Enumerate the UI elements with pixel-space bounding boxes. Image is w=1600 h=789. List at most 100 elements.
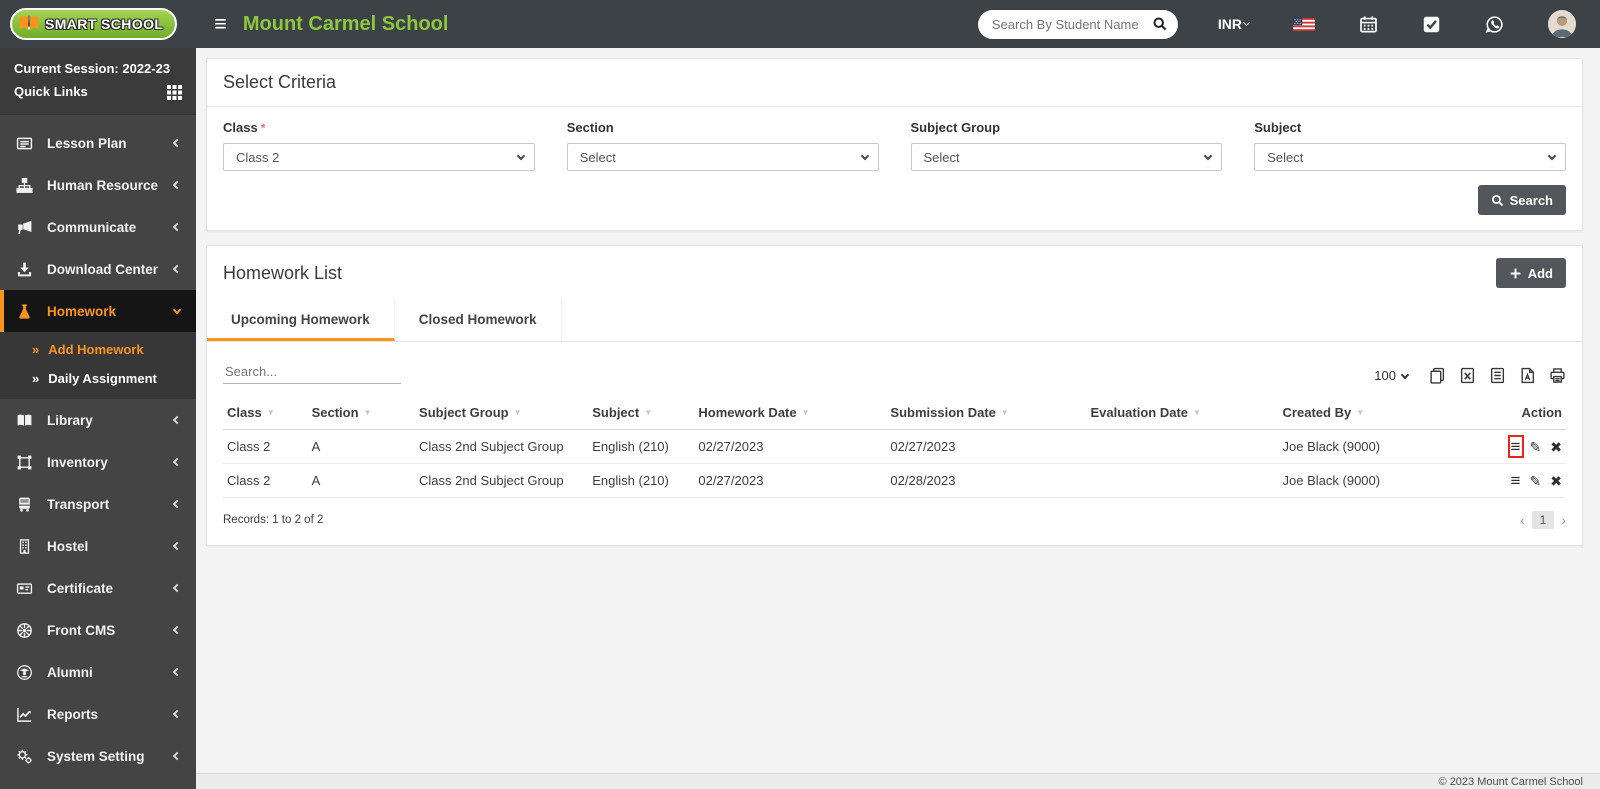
session-block: Current Session: 2022-23 Quick Links: [0, 48, 196, 115]
sidebar-item-library[interactable]: Library: [0, 399, 196, 441]
sidebar-item-label: Front CMS: [47, 622, 116, 638]
main-content: Select Criteria Class * Class 2 Section Sele…: [196, 48, 1600, 789]
search-button[interactable]: Search: [1477, 185, 1566, 215]
sidebar-item-label: Communicate: [47, 219, 137, 235]
chevron-left-icon: [172, 625, 182, 635]
page-size-select[interactable]: 100: [1374, 368, 1410, 383]
sidebar-item-system-setting[interactable]: System Setting: [0, 735, 196, 777]
homework-tabs: Upcoming Homework Closed Homework: [207, 300, 1582, 342]
sidebar-item-homework[interactable]: Homework: [0, 290, 196, 332]
sidebar-item-hostel[interactable]: Hostel: [0, 525, 196, 567]
cell-action: ≡ ✎ ✖: [1469, 463, 1566, 498]
sort-arrow-icon: ▼: [363, 408, 372, 417]
sidebar-item-label: Inventory: [47, 454, 108, 470]
required-asterisk: *: [260, 121, 266, 135]
table-search-input[interactable]: [223, 360, 401, 384]
cell-submission-date: 02/27/2023: [886, 429, 1087, 464]
logo-area[interactable]: SMART SCHOOL: [0, 0, 196, 48]
field-section: Section Select: [566, 120, 879, 171]
sidebar-item-transport[interactable]: Transport: [0, 483, 196, 525]
chevron-left-icon: [172, 222, 182, 232]
field-label: Subject Group: [910, 120, 1001, 135]
chevron-left-icon: [172, 709, 182, 719]
selected-value: Select: [1267, 149, 1304, 165]
homework-icon: [16, 303, 33, 320]
select-criteria-title: Select Criteria: [223, 72, 337, 92]
row-2-evaluation-menu-icon[interactable]: ≡: [1511, 472, 1521, 489]
column-header-section[interactable]: Section ▼: [307, 396, 416, 430]
chevron-left-icon: [172, 264, 182, 274]
smart-school-app: SMART SCHOOL ≡ Mount Carmel School INR: [0, 0, 1600, 789]
sort-arrow-icon: ▼: [1356, 408, 1365, 417]
quick-links[interactable]: Quick Links: [14, 80, 182, 103]
sidebar-item-lesson-plan[interactable]: Lesson Plan: [0, 122, 196, 164]
submenu-item-add-homework[interactable]: » Add Homework: [0, 335, 196, 364]
column-header-subject-group[interactable]: Subject Group ▼: [415, 396, 589, 430]
selected-value: Select: [923, 149, 960, 165]
search-icon[interactable]: [1152, 16, 1168, 32]
currency-selector[interactable]: INR: [1218, 16, 1251, 32]
row-1-evaluation-menu-icon[interactable]: ≡: [1507, 435, 1524, 458]
cell-class-name: Class 2: [223, 429, 308, 464]
select-criteria-card: Select Criteria Class * Class 2 Section Sele…: [206, 58, 1583, 231]
sidebar-item-human-resource[interactable]: Human Resource: [0, 164, 196, 206]
certificate-icon: [16, 580, 33, 597]
table-header-row: Class ▼ Section ▼ Subject Group ▼ Subject ▼ Home…: [223, 396, 1566, 430]
print-export-icon[interactable]: [1549, 367, 1566, 384]
sidebar-item-label: Certificate: [47, 580, 114, 596]
sidebar-toggle-hamburger-icon[interactable]: ≡: [214, 13, 227, 35]
sidebar-item-front-cms[interactable]: Front CMS: [0, 609, 196, 651]
next-page-button[interactable]: ›: [1561, 512, 1566, 528]
calendar-icon[interactable]: [1359, 15, 1378, 34]
sidebar-item-communicate[interactable]: Communicate: [0, 206, 196, 248]
page-number-1[interactable]: 1: [1531, 511, 1555, 529]
csv-export-icon[interactable]: [1489, 367, 1506, 384]
sidebar-item-download-center[interactable]: Download Center: [0, 248, 196, 290]
student-search-input[interactable]: [991, 16, 1152, 32]
sort-arrow-icon: ▼: [801, 408, 810, 417]
user-avatar[interactable]: [1548, 10, 1576, 38]
subject-group-select[interactable]: Select: [910, 143, 1223, 171]
task-check-icon[interactable]: [1422, 15, 1441, 34]
column-header-subject[interactable]: Subject ▼: [588, 396, 695, 430]
chevron-down-icon: [172, 305, 182, 314]
sidebar-item-label: Hostel: [47, 538, 89, 554]
section-select[interactable]: Select: [566, 143, 879, 171]
column-header-created-by[interactable]: Created By ▼: [1278, 396, 1470, 430]
sidebar-item-reports[interactable]: Reports: [0, 693, 196, 735]
column-header-homework-date[interactable]: Homework Date ▼: [694, 396, 887, 430]
pdf-export-icon[interactable]: [1519, 367, 1536, 384]
column-header-action: Action: [1469, 396, 1566, 430]
submenu-item-daily-assignment[interactable]: » Daily Assignment: [0, 364, 196, 393]
row-1-delete-x-icon[interactable]: ✖: [1550, 440, 1562, 454]
lesson-plan-icon: [16, 135, 33, 152]
sidebar-item-inventory[interactable]: Inventory: [0, 441, 196, 483]
cell-section: A: [307, 463, 416, 498]
field-subject-group: Subject Group Select: [910, 120, 1223, 171]
sidebar-item-alumni[interactable]: Alumni: [0, 651, 196, 693]
class-select[interactable]: Class 2: [223, 143, 535, 171]
sort-arrow-icon: ▼: [1000, 408, 1009, 417]
sidebar-item-label: Library: [47, 412, 93, 428]
sidebar-item-certificate[interactable]: Certificate: [0, 567, 196, 609]
chevron-left-icon: [172, 499, 182, 509]
sidebar-item-label: Download Center: [47, 261, 159, 277]
cell-homework-date: 02/27/2023: [694, 463, 887, 498]
copy-export-icon[interactable]: [1429, 367, 1446, 384]
previous-page-button[interactable]: ‹: [1520, 512, 1525, 528]
tab-upcoming-homework[interactable]: Upcoming Homework: [207, 300, 395, 341]
logo-text: SMART SCHOOL: [45, 16, 164, 32]
column-header-class[interactable]: Class ▼: [223, 396, 308, 430]
row-2-delete-x-icon[interactable]: ✖: [1550, 474, 1562, 488]
column-header-evaluation-date[interactable]: Evaluation Date ▼: [1086, 396, 1279, 430]
subject-select[interactable]: Select: [1254, 143, 1566, 171]
add-homework-button[interactable]: Add: [1495, 258, 1566, 288]
table-row: Class 2 A Class 2nd Subject Group English (…: [223, 429, 1566, 464]
whatsapp-icon[interactable]: [1485, 15, 1504, 34]
us-flag-icon[interactable]: [1293, 17, 1315, 31]
row-2-edit-pencil-icon[interactable]: ✎: [1530, 474, 1542, 488]
tab-closed-homework[interactable]: Closed Homework: [395, 300, 562, 341]
row-1-edit-pencil-icon[interactable]: ✎: [1530, 440, 1542, 454]
column-header-submission-date[interactable]: Submission Date ▼: [886, 396, 1087, 430]
excel-export-icon[interactable]: [1459, 367, 1476, 384]
